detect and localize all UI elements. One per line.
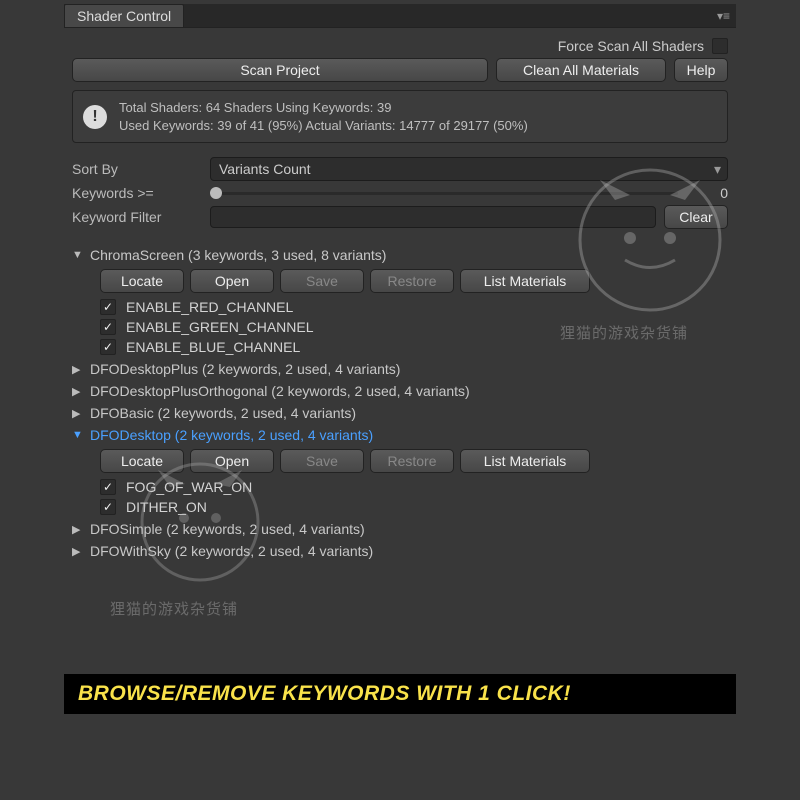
keyword-filter-input[interactable]	[210, 206, 656, 228]
keywords-ge-slider[interactable]: 0	[210, 185, 728, 201]
scan-project-button[interactable]: Scan Project	[72, 58, 488, 82]
keyword-label: ENABLE_RED_CHANNEL	[126, 299, 293, 315]
shader-row[interactable]: ▶ DFODesktopPlus (2 keywords, 2 used, 4 v…	[72, 361, 728, 377]
locate-button[interactable]: Locate	[100, 449, 184, 473]
keyword-label: DITHER_ON	[126, 499, 207, 515]
clean-all-materials-button[interactable]: Clean All Materials	[496, 58, 666, 82]
shader-row[interactable]: ▼ DFODesktop (2 keywords, 2 used, 4 varia…	[72, 427, 728, 443]
keyword-label: ENABLE_BLUE_CHANNEL	[126, 339, 300, 355]
keyword-checkbox[interactable]	[100, 299, 116, 315]
keyword-checkbox[interactable]	[100, 499, 116, 515]
triangle-right-icon[interactable]: ▶	[72, 407, 84, 420]
triangle-down-icon[interactable]: ▼	[72, 429, 84, 441]
keyword-label: FOG_OF_WAR_ON	[126, 479, 252, 495]
panel-menu-icon[interactable]: ▾≡	[717, 9, 730, 23]
shader-tree: ▼ ChromaScreen (3 keywords, 3 used, 8 var…	[72, 247, 728, 559]
shader-row[interactable]: ▼ ChromaScreen (3 keywords, 3 used, 8 var…	[72, 247, 728, 263]
shader-title: DFODesktop (2 keywords, 2 used, 4 varian…	[90, 427, 373, 443]
stats-line-1: Total Shaders: 64 Shaders Using Keywords…	[119, 99, 528, 117]
shader-title: DFOSimple (2 keywords, 2 used, 4 variant…	[90, 521, 365, 537]
keyword-checkbox[interactable]	[100, 319, 116, 335]
restore-button[interactable]: Restore	[370, 269, 454, 293]
tab-bar: Shader Control ▾≡	[64, 4, 736, 28]
keyword-label: ENABLE_GREEN_CHANNEL	[126, 319, 314, 335]
sort-by-select[interactable]: Variants Count	[210, 157, 728, 181]
save-button[interactable]: Save	[280, 449, 364, 473]
triangle-right-icon[interactable]: ▶	[72, 545, 84, 558]
shader-row[interactable]: ▶ DFOSimple (2 keywords, 2 used, 4 varian…	[72, 521, 728, 537]
shader-row[interactable]: ▶ DFOWithSky (2 keywords, 2 used, 4 varia…	[72, 543, 728, 559]
triangle-right-icon[interactable]: ▶	[72, 385, 84, 398]
info-icon: !	[83, 105, 107, 129]
sort-by-label: Sort By	[72, 161, 202, 177]
tab-shader-control[interactable]: Shader Control	[64, 4, 184, 27]
keyword-filter-label: Keyword Filter	[72, 209, 202, 225]
promo-banner: BROWSE/REMOVE KEYWORDS WITH 1 CLICK!	[64, 674, 736, 714]
force-scan-label: Force Scan All Shaders	[558, 38, 704, 54]
help-button[interactable]: Help	[674, 58, 728, 82]
triangle-right-icon[interactable]: ▶	[72, 363, 84, 376]
locate-button[interactable]: Locate	[100, 269, 184, 293]
save-button[interactable]: Save	[280, 269, 364, 293]
keyword-checkbox[interactable]	[100, 479, 116, 495]
keyword-checkbox[interactable]	[100, 339, 116, 355]
shader-row[interactable]: ▶ DFODesktopPlusOrthogonal (2 keywords, 2…	[72, 383, 728, 399]
shader-title: DFODesktopPlusOrthogonal (2 keywords, 2 …	[90, 383, 470, 399]
force-scan-checkbox[interactable]	[712, 38, 728, 54]
keywords-ge-value: 0	[720, 185, 728, 201]
stats-line-2: Used Keywords: 39 of 41 (95%) Actual Var…	[119, 117, 528, 135]
shader-title: ChromaScreen (3 keywords, 3 used, 8 vari…	[90, 247, 386, 263]
shader-title: DFOWithSky (2 keywords, 2 used, 4 varian…	[90, 543, 373, 559]
stats-panel: ! Total Shaders: 64 Shaders Using Keywor…	[72, 90, 728, 143]
list-materials-button[interactable]: List Materials	[460, 449, 590, 473]
triangle-right-icon[interactable]: ▶	[72, 523, 84, 536]
list-materials-button[interactable]: List Materials	[460, 269, 590, 293]
open-button[interactable]: Open	[190, 269, 274, 293]
clear-button[interactable]: Clear	[664, 205, 728, 229]
open-button[interactable]: Open	[190, 449, 274, 473]
keywords-ge-label: Keywords >=	[72, 185, 202, 201]
triangle-down-icon[interactable]: ▼	[72, 249, 84, 261]
shader-title: DFODesktopPlus (2 keywords, 2 used, 4 va…	[90, 361, 400, 377]
restore-button[interactable]: Restore	[370, 449, 454, 473]
shader-row[interactable]: ▶ DFOBasic (2 keywords, 2 used, 4 variant…	[72, 405, 728, 421]
shader-title: DFOBasic (2 keywords, 2 used, 4 variants…	[90, 405, 356, 421]
